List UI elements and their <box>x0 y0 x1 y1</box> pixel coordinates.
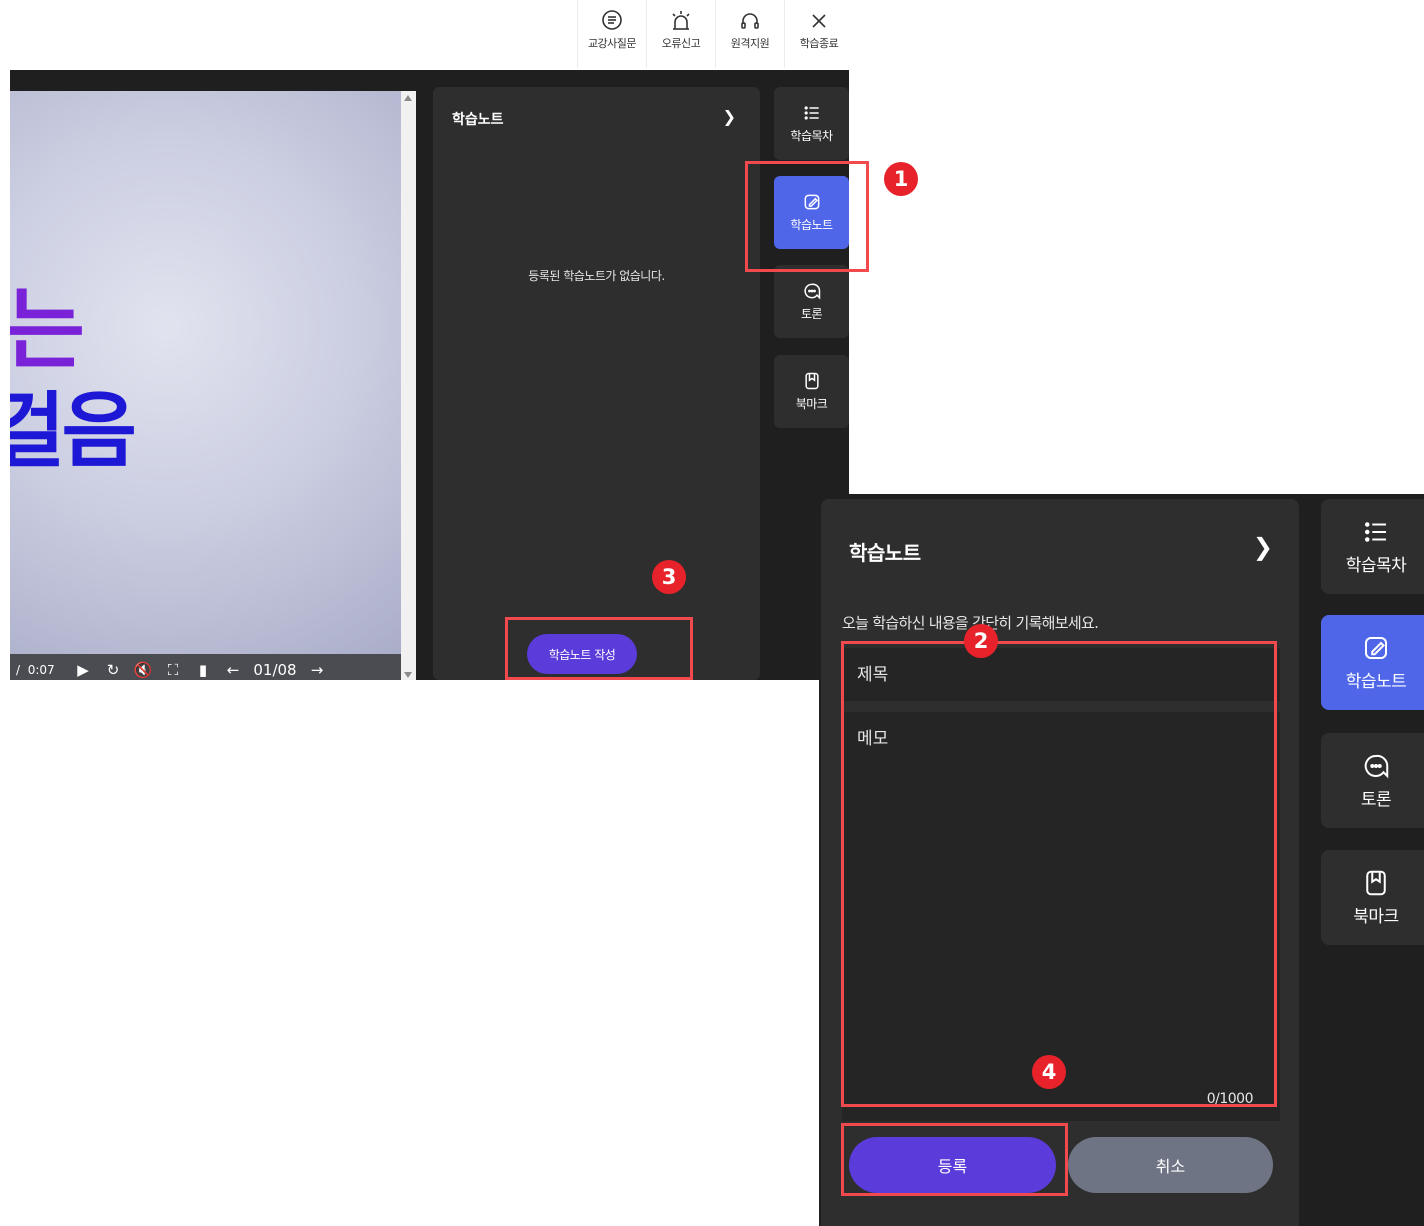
player-screen-before: 는 걸음 / 0:07 ▶ ↻ 🔇 ⛶ ▮ ← 01/08 → 학습노트 ❯ 등… <box>10 70 849 680</box>
instructor-question-button[interactable]: 교강사질문 <box>577 0 646 68</box>
replay-icon[interactable]: ↻ <box>98 661 128 679</box>
sidebar-item-toc[interactable]: 학습목차 <box>774 87 849 160</box>
register-button[interactable]: 등록 <box>849 1137 1056 1193</box>
next-page-icon[interactable]: → <box>302 661 332 679</box>
sidebar-item-label: 학습목차 <box>790 129 833 143</box>
error-report-label: 오류신고 <box>661 37 701 50</box>
player-controls: / 0:07 ▶ ↻ 🔇 ⛶ ▮ ← 01/08 → <box>10 654 401 680</box>
sidebar-item-bookmark[interactable]: 북마크 <box>774 355 849 428</box>
question-doc-icon <box>602 10 622 30</box>
write-note-button[interactable]: 학습노트 작성 <box>527 634 637 674</box>
bookmark-icon <box>1366 870 1386 896</box>
remote-support-label: 원격지원 <box>730 37 770 50</box>
empty-notes-message: 등록된 학습노트가 없습니다. <box>528 269 665 283</box>
sidebar-item-note[interactable]: 학습노트 <box>774 176 849 249</box>
time-separator: / <box>16 663 21 677</box>
study-note-panel-empty: 학습노트 ❯ 등록된 학습노트가 없습니다. 학습노트 작성 <box>433 87 760 680</box>
end-learning-label: 학습종료 <box>799 37 839 50</box>
chevron-right-icon[interactable]: ❯ <box>1253 533 1273 561</box>
player-scrollbar[interactable] <box>401 91 416 680</box>
end-learning-button[interactable]: 학습종료 <box>784 0 853 68</box>
play-icon[interactable]: ▶ <box>68 661 98 679</box>
alarm-siren-icon <box>672 11 690 30</box>
error-report-button[interactable]: 오류신고 <box>646 0 715 68</box>
sidebar-item-label: 북마크 <box>795 397 828 411</box>
top-toolbar: 교강사질문 오류신고 원격지원 학습종료 <box>577 0 853 68</box>
list-icon <box>1365 522 1386 542</box>
video-area[interactable]: 는 걸음 / 0:07 ▶ ↻ 🔇 ⛶ ▮ ← 01/08 → <box>10 91 401 680</box>
chat-bubble-icon <box>1364 754 1389 779</box>
slide-text-line2: 걸음 <box>10 384 137 479</box>
scroll-up-icon[interactable] <box>404 95 412 101</box>
note-panel-title: 학습노트 <box>849 541 921 565</box>
chevron-right-icon[interactable]: ❯ <box>723 107 736 126</box>
note-editor-screen: 학습노트 ❯ 오늘 학습하신 내용을 간단히 기록해보세요. 0/1000 등록… <box>819 494 1424 1226</box>
time-total: 0:07 <box>27 663 55 677</box>
sidebar-item-discussion[interactable]: 토론 <box>1321 733 1424 828</box>
instructor-question-label: 교강사질문 <box>587 37 637 50</box>
time-display: / 0:07 <box>16 663 68 677</box>
step-badge-4: 4 <box>1032 1055 1066 1089</box>
slide-text-line1: 는 <box>10 278 85 381</box>
list-icon <box>804 106 819 120</box>
page-indicator: 01/08 <box>253 661 297 679</box>
edit-note-icon <box>1365 637 1387 659</box>
sidebar-item-label: 토론 <box>800 307 823 321</box>
char-counter: 0/1000 <box>1206 1091 1254 1107</box>
step-badge-3: 3 <box>652 560 686 594</box>
sidebar-item-bookmark[interactable]: 북마크 <box>1321 850 1424 945</box>
sidebar-item-discussion[interactable]: 토론 <box>774 265 849 338</box>
sidebar-item-note[interactable]: 학습노트 <box>1321 615 1424 710</box>
step-badge-2: 2 <box>964 624 998 658</box>
sidebar-item-label: 학습노트 <box>790 218 833 232</box>
chat-bubble-icon <box>803 283 820 300</box>
study-note-panel-edit: 학습노트 ❯ 오늘 학습하신 내용을 간단히 기록해보세요. 0/1000 등록… <box>821 499 1299 1226</box>
mute-icon[interactable]: 🔇 <box>128 661 158 679</box>
bookmark-icon <box>804 372 819 390</box>
sidebar-item-label: 학습노트 <box>1345 672 1407 692</box>
note-panel-title: 학습노트 <box>452 112 504 128</box>
prev-page-icon[interactable]: ← <box>218 661 248 679</box>
sidebar-item-label: 북마크 <box>1353 907 1399 927</box>
close-icon <box>812 14 826 28</box>
bookmark-page-icon[interactable]: ▮ <box>188 661 218 679</box>
edit-note-icon <box>804 194 819 210</box>
fullscreen-icon[interactable]: ⛶ <box>158 661 188 679</box>
note-title-input[interactable] <box>842 648 1280 701</box>
remote-support-button[interactable]: 원격지원 <box>715 0 784 68</box>
scroll-down-icon[interactable] <box>404 672 412 678</box>
headset-icon <box>741 13 759 29</box>
sidebar-item-toc[interactable]: 학습목차 <box>1321 499 1424 594</box>
cancel-button[interactable]: 취소 <box>1068 1137 1273 1193</box>
step-badge-1: 1 <box>884 162 918 196</box>
sidebar-item-label: 학습목차 <box>1345 556 1407 576</box>
sidebar-item-label: 토론 <box>1360 790 1392 810</box>
